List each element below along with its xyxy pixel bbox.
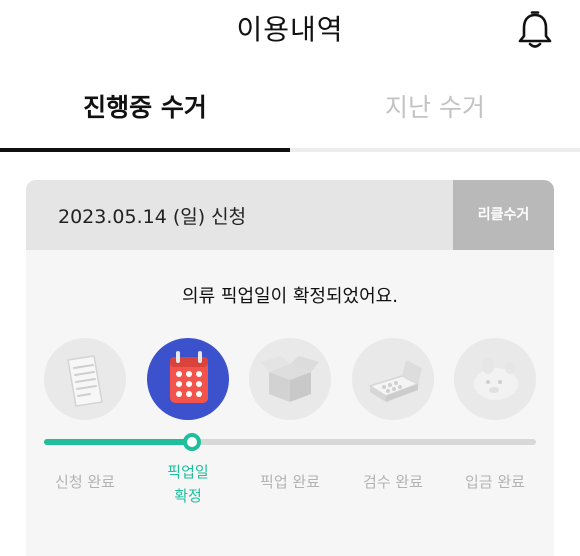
scale-icon <box>352 338 434 420</box>
page-title: 이용내역 <box>236 13 344 46</box>
receipt-icon <box>44 338 126 420</box>
step-label-line: 확정 <box>174 487 202 505</box>
order-card-header: 2023.05.14 (일) 신청 리클수거 <box>26 180 554 250</box>
bell-icon[interactable] <box>516 10 554 50</box>
box-icon <box>249 338 331 420</box>
calendar-icon <box>147 338 229 420</box>
status-message: 의류 픽업일이 확정되었어요. <box>182 286 398 307</box>
app-header: 이용내역 <box>0 0 580 62</box>
step-label-inspected: 검수 완료 <box>363 473 423 491</box>
tab-active-indicator <box>0 148 290 152</box>
step-label-line: 픽업일 <box>167 463 209 481</box>
tab-bar: 진행중 수거 지난 수거 <box>0 72 580 154</box>
order-date: 2023.05.14 (일) 신청 <box>58 206 247 228</box>
tab-past[interactable]: 지난 수거 <box>290 72 580 152</box>
step-label-deposited: 입금 완료 <box>465 473 525 491</box>
recycle-pickup-button[interactable]: 리클수거 <box>453 180 554 250</box>
step-label-picked-up: 픽업 완료 <box>260 473 320 491</box>
progress-knob <box>183 433 201 451</box>
progress-fill <box>44 439 192 445</box>
step-label-pickup-confirmed: 픽업일 확정 <box>138 460 238 508</box>
order-card: 2023.05.14 (일) 신청 리클수거 의류 픽업일이 확정되었어요. 신… <box>26 180 554 556</box>
tab-in-progress[interactable]: 진행중 수거 <box>0 72 290 152</box>
step-label-applied: 신청 완료 <box>55 473 115 491</box>
progress-steps: 신청 완료 픽업일 확정 픽업 완료 검수 완료 입금 완료 <box>26 338 554 548</box>
piggy-bank-icon <box>454 338 536 420</box>
